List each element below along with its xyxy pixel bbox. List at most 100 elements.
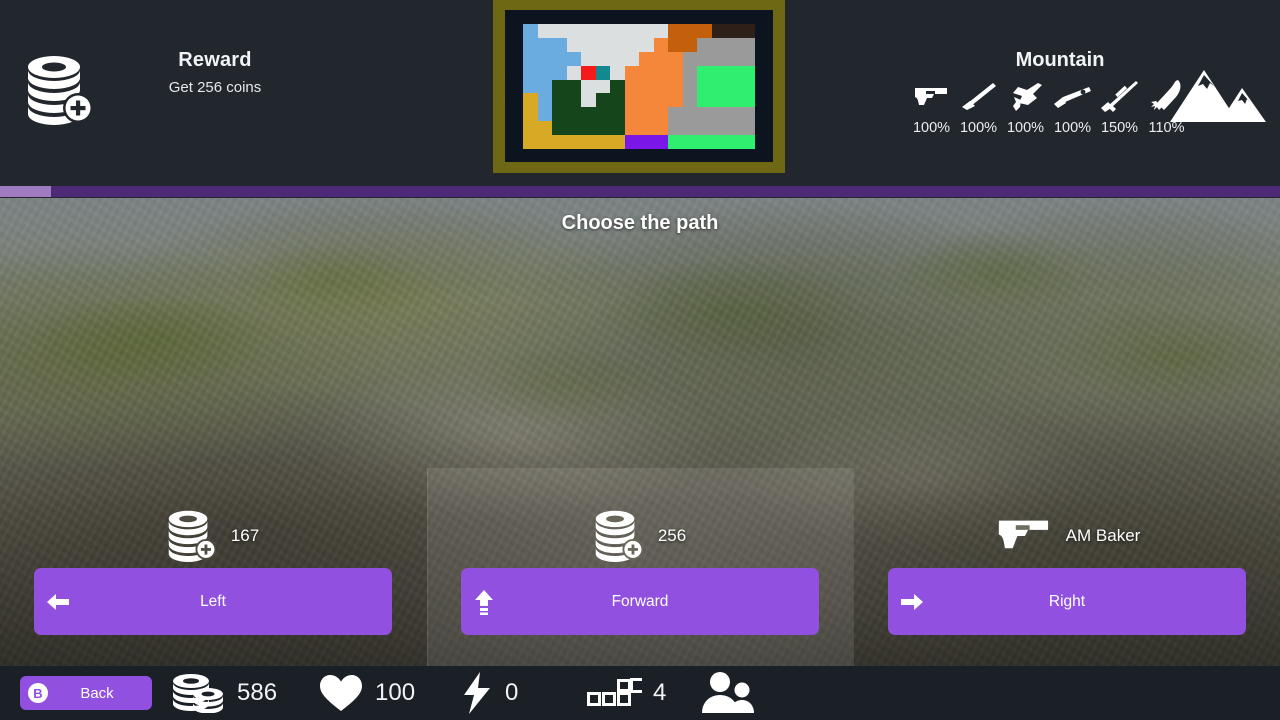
minimap-tile-3-2: [552, 65, 567, 80]
minimap-tile-0-8: [639, 24, 654, 38]
minimap-tile-4-5: [595, 79, 610, 94]
back-button[interactable]: B Back: [20, 676, 152, 710]
territory-minimap[interactable]: [493, 0, 785, 173]
minimap-tile-6-7: [624, 107, 639, 122]
minimap-tile-6-10: [668, 107, 683, 122]
minimap-tile-5-0: [523, 93, 538, 108]
stat-people: [700, 666, 767, 720]
minimap-tile-5-2: [552, 93, 567, 108]
path-button-right[interactable]: Right: [888, 568, 1246, 635]
minimap-tile-0-4: [581, 24, 596, 38]
stat-value: 586: [237, 679, 278, 706]
minimap-tile-7-9: [653, 121, 668, 136]
minimap-tile-5-15: [740, 93, 755, 108]
pistol-icon: [912, 76, 952, 118]
minimap-tile-8-3: [566, 135, 581, 149]
minimap-tile-8-12: [697, 135, 712, 149]
minimap-tile-2-0: [523, 51, 538, 66]
minimap-tile-8-7: [624, 135, 639, 149]
path-choice-forward: 256 Forward: [427, 198, 853, 666]
minimap-tile-4-1: [537, 79, 552, 94]
weapon-modifier-smg: 100%: [1002, 76, 1049, 136]
minimap-tile-8-0: [523, 135, 538, 149]
minimap-tile-1-10: [668, 37, 683, 52]
minimap-tile-4-7: [624, 79, 639, 94]
weapon-modifier-pistol: 100%: [908, 76, 955, 136]
run-progress-fill: [0, 186, 52, 197]
minimap-tile-3-7: [624, 65, 639, 80]
choice-reward-right: AM Baker: [854, 506, 1280, 566]
minimap-tile-1-14: [726, 37, 741, 52]
minimap-tile-5-1: [537, 93, 552, 108]
minimap-tile-4-2: [552, 79, 567, 94]
minimap-tile-3-12: [697, 65, 712, 80]
minimap-tile-4-11: [682, 79, 697, 94]
minimap-tile-0-13: [711, 24, 726, 38]
people-icon: [700, 671, 756, 715]
minimap-tile-5-10: [668, 93, 683, 108]
stat-value: 0: [505, 679, 519, 706]
minimap-tile-8-8: [639, 135, 654, 149]
minimap-tile-0-1: [537, 24, 552, 38]
reward-subtitle: Get 256 coins: [168, 79, 262, 96]
minimap-tile-0-11: [682, 24, 697, 38]
minimap-tile-4-15: [740, 79, 755, 94]
minimap-tile-7-8: [639, 121, 654, 136]
minimap-tile-3-6: [610, 65, 625, 80]
minimap-tile-7-13: [711, 121, 726, 136]
smg-icon: [1005, 76, 1047, 118]
minimap-tile-1-4: [581, 37, 596, 52]
minimap-tile-8-11: [682, 135, 697, 149]
minimap-tile-4-3: [566, 79, 581, 94]
arrow-left-icon: [45, 591, 71, 613]
coins-icon: [170, 673, 226, 713]
minimap-tile-1-11: [682, 37, 697, 52]
choice-reward-value: AM Baker: [1065, 526, 1141, 545]
shotgun-icon: [1052, 76, 1094, 118]
minimap-tile-3-15: [740, 65, 755, 80]
weapon-modifier-shotgun: 100%: [1049, 76, 1096, 136]
minimap-tile-2-6: [610, 51, 625, 66]
minimap-tile-3-0: [523, 65, 538, 80]
pistol-icon: [994, 516, 1056, 556]
minimap-tile-2-2: [552, 51, 567, 66]
minimap-tile-6-5: [595, 107, 610, 122]
minimap-tile-6-13: [711, 107, 726, 122]
minimap-tile-1-3: [566, 37, 581, 52]
minimap-tile-4-13: [711, 79, 726, 94]
minimap-tile-6-6: [610, 107, 625, 122]
minimap-tile-7-6: [610, 121, 625, 136]
minimap-tile-3-10: [668, 65, 683, 80]
path-button-left[interactable]: Left: [34, 568, 392, 635]
minimap-tile-0-0: [523, 24, 538, 38]
reward-title: Reward: [178, 49, 252, 71]
minimap-tile-6-0: [523, 107, 538, 122]
minimap-tile-5-12: [697, 93, 712, 108]
minimap-tile-0-9: [653, 24, 668, 38]
minimap-tile-1-2: [552, 37, 567, 52]
minimap-grid: [523, 24, 755, 149]
lightning-icon: [460, 671, 494, 715]
minimap-tile-0-2: [552, 24, 567, 38]
minimap-tile-6-2: [552, 107, 567, 122]
minimap-tile-4-8: [639, 79, 654, 94]
minimap-tile-4-12: [697, 79, 712, 94]
coin-stack-plus-icon: [167, 510, 221, 562]
minimap-tile-3-5: [595, 65, 610, 80]
path-button-forward[interactable]: Forward: [461, 568, 819, 635]
minimap-tile-0-6: [610, 24, 625, 38]
path-choice-right: AM Baker Right: [854, 198, 1280, 666]
rifle-icon: [959, 76, 999, 118]
choice-reward-value: 256: [657, 526, 687, 545]
minimap-inner-panel: [505, 10, 773, 162]
minimap-tile-4-6: [610, 79, 625, 94]
minimap-tile-2-13: [711, 51, 726, 66]
weapon-modifier-value: 100%: [1006, 120, 1045, 136]
minimap-tile-2-11: [682, 51, 697, 66]
stat-health: 100: [318, 666, 415, 720]
path-button-label: Forward: [611, 592, 669, 610]
minimap-tile-2-8: [639, 51, 654, 66]
minimap-tile-4-9: [653, 79, 668, 94]
arrow-right-icon: [899, 591, 925, 613]
minimap-tile-8-9: [653, 135, 668, 149]
